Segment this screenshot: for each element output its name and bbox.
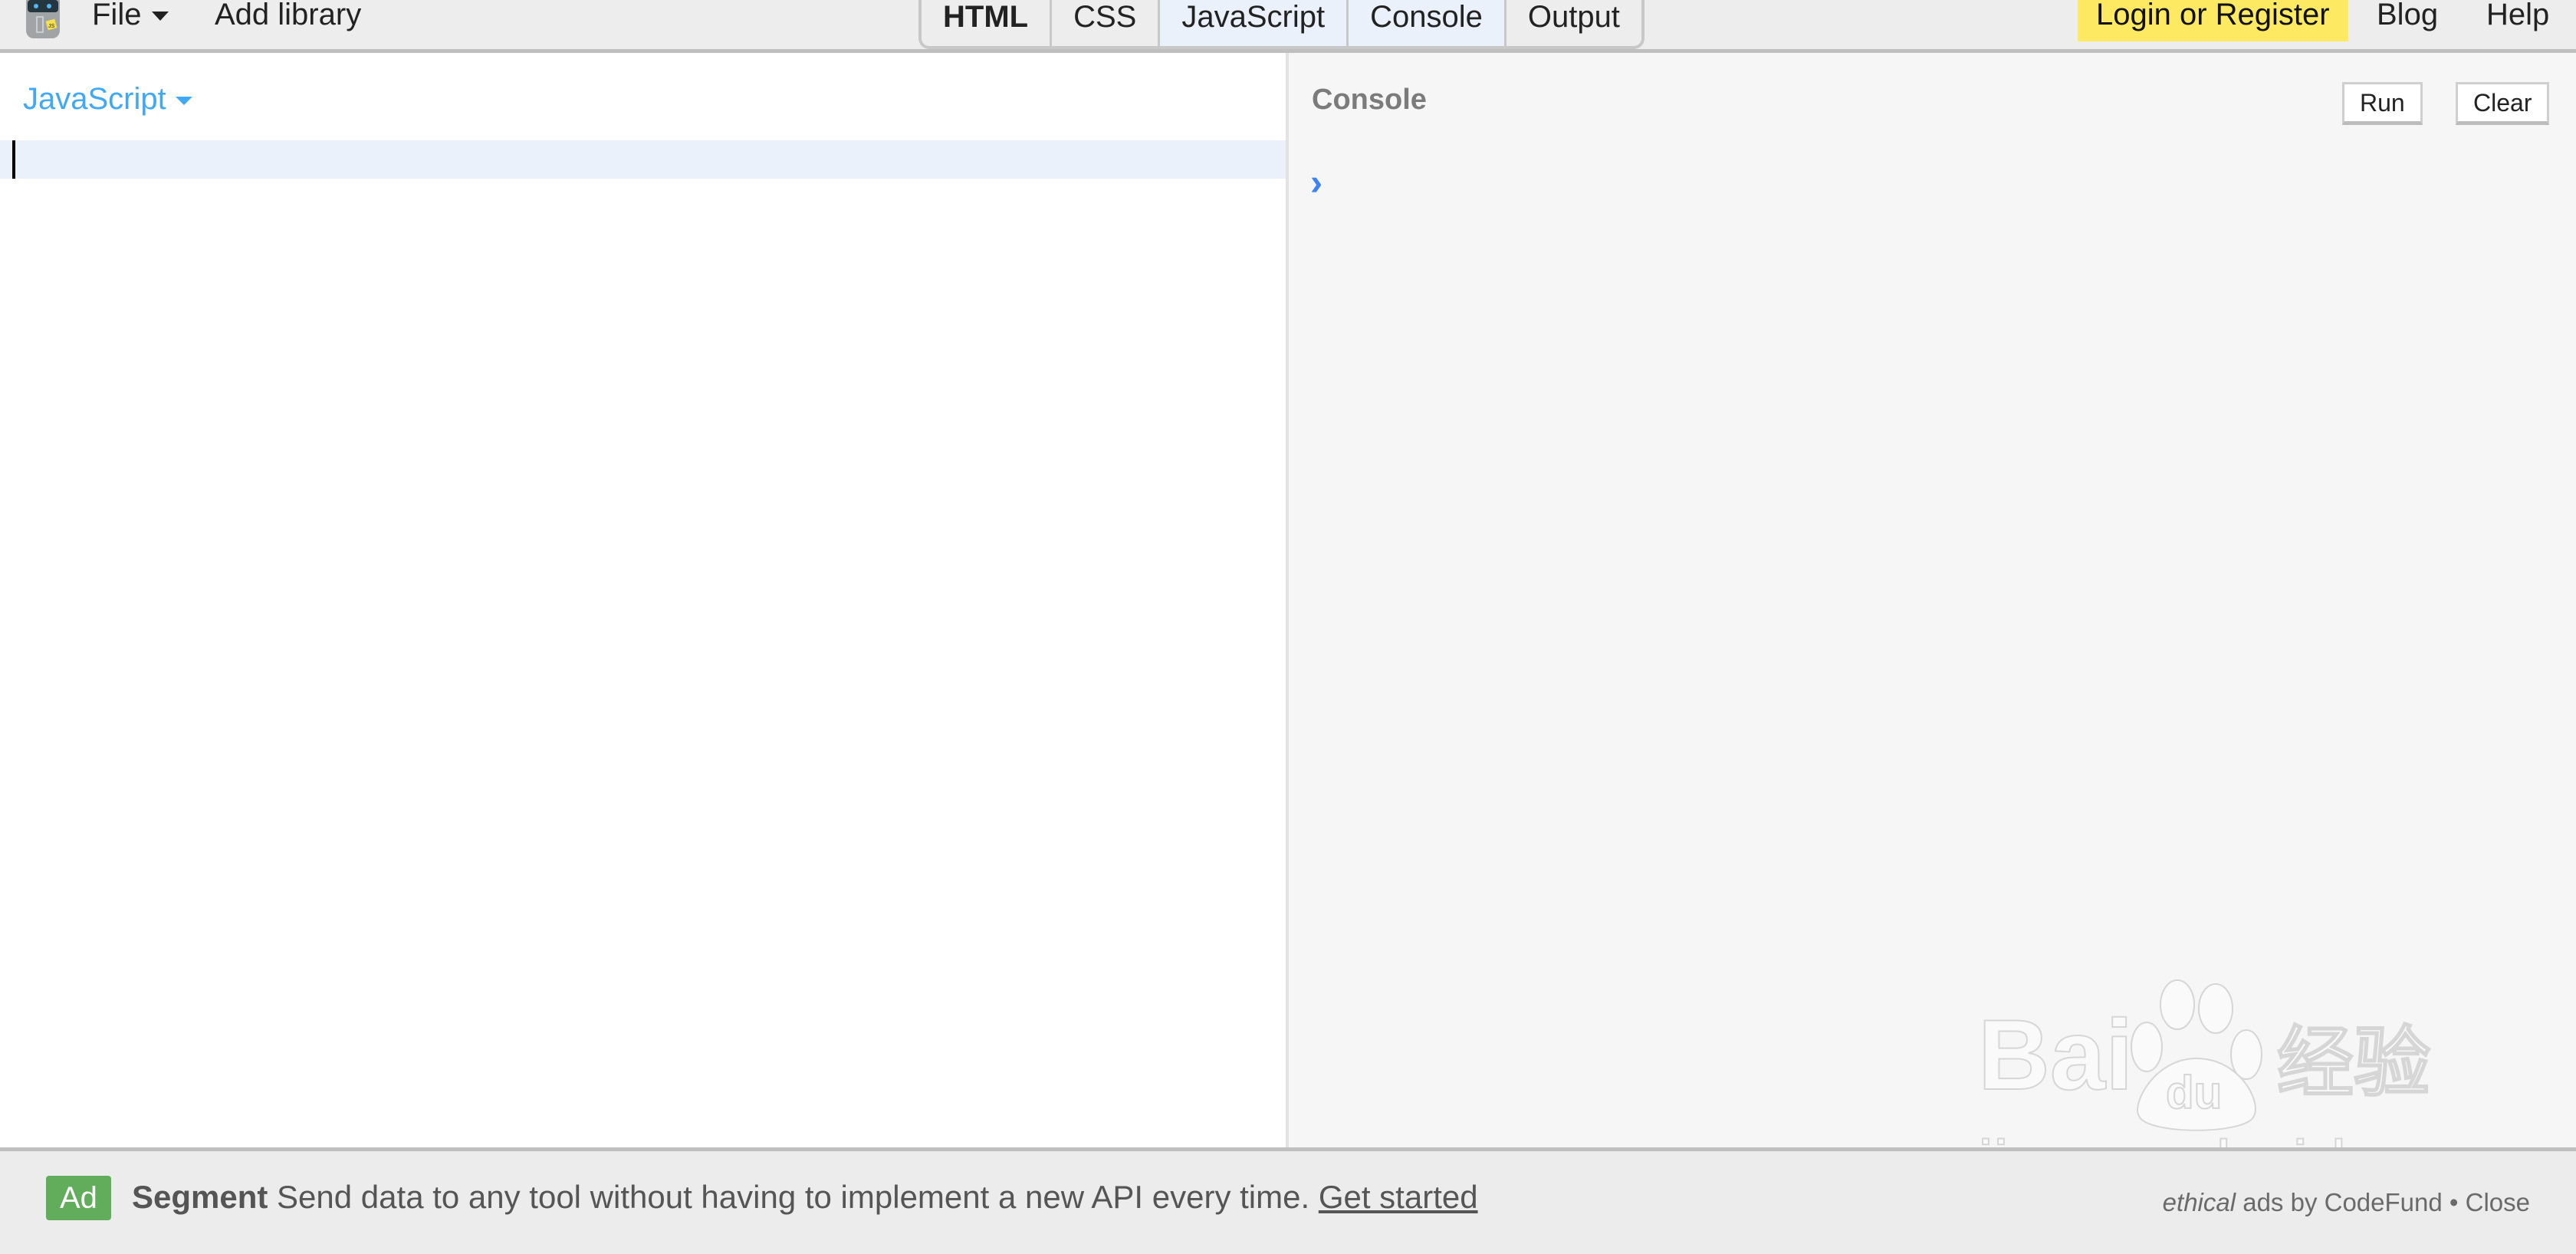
javascript-editor-panel: JavaScript — [0, 53, 1289, 1147]
language-selector[interactable]: JavaScript — [23, 82, 192, 117]
clear-button[interactable]: Clear — [2456, 82, 2550, 125]
console-title: Console — [1312, 84, 1427, 116]
ad-credit-text: ads by CodeFund • — [2236, 1188, 2466, 1216]
ad-brand: Segment — [132, 1179, 268, 1215]
add-library-button[interactable]: Add library — [215, 0, 361, 31]
ad-credit: ethical ads by CodeFund • Close — [2163, 1188, 2530, 1217]
get-started-link[interactable]: Get started — [1319, 1179, 1478, 1215]
language-selector-label: JavaScript — [23, 82, 166, 116]
code-editor-active-line[interactable] — [0, 140, 1286, 179]
file-menu-label: File — [92, 0, 142, 31]
ad-bar: Ad Segment Send data to any tool without… — [0, 1147, 2576, 1254]
console-panel: Console Run Clear › — [1289, 53, 2576, 1147]
help-link[interactable]: Help — [2486, 0, 2549, 31]
tab-javascript[interactable]: JavaScript — [1160, 0, 1349, 46]
top-navigation-bar: JS File Add library HTML CSS JavaScript … — [0, 0, 2576, 53]
ad-badge: Ad — [46, 1176, 111, 1220]
jsbin-logo-icon[interactable]: JS — [23, 0, 63, 40]
blog-link[interactable]: Blog — [2377, 0, 2438, 31]
chevron-down-icon — [152, 12, 169, 21]
chevron-down-icon — [175, 96, 192, 105]
file-menu[interactable]: File — [92, 0, 169, 31]
ad-message: Send data to any tool without having to … — [268, 1179, 1319, 1215]
console-prompt-icon[interactable]: › — [1310, 162, 1322, 204]
text-cursor — [12, 140, 15, 179]
panel-tabs: HTML CSS JavaScript Console Output — [918, 0, 1644, 49]
tab-css[interactable]: CSS — [1052, 0, 1161, 46]
run-button[interactable]: Run — [2342, 82, 2423, 125]
ad-credit-ethical: ethical — [2162, 1188, 2236, 1216]
tab-output[interactable]: Output — [1506, 0, 1641, 46]
tab-html[interactable]: HTML — [922, 0, 1053, 46]
login-register-button[interactable]: Login or Register — [2078, 0, 2348, 41]
ad-text[interactable]: Segment Send data to any tool without ha… — [132, 1179, 1478, 1216]
tab-console[interactable]: Console — [1349, 0, 1506, 46]
svg-text:JS: JS — [48, 24, 55, 29]
ad-close-button[interactable]: Close — [2466, 1188, 2530, 1216]
